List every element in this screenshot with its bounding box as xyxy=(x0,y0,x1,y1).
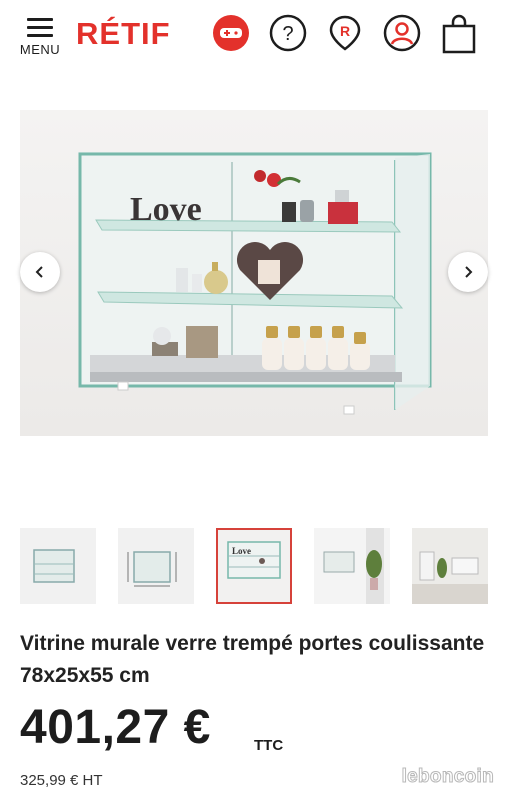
menu-button[interactable]: MENU xyxy=(18,18,62,57)
svg-text:Love: Love xyxy=(232,546,251,556)
product-title: Vitrine murale verre trempé portes couli… xyxy=(20,632,485,687)
svg-text:?: ? xyxy=(282,23,293,45)
retif-logo[interactable]: RÉTIF xyxy=(76,16,171,52)
help-icon[interactable]: ? xyxy=(269,14,307,52)
location-pin-icon[interactable]: R xyxy=(326,14,364,52)
cart-icon[interactable] xyxy=(440,14,478,54)
thumbnail-1[interactable] xyxy=(20,528,96,604)
thumbnail-5[interactable] xyxy=(412,528,488,604)
chevron-left-icon xyxy=(35,266,43,278)
leboncoin-watermark: leboncoin xyxy=(401,766,494,788)
svg-text:R: R xyxy=(340,23,350,39)
thumbnail-strip: Love xyxy=(0,528,508,604)
play-store-icon[interactable] xyxy=(212,14,250,52)
account-icon[interactable] xyxy=(383,14,421,52)
price-suffix-ttc: TTC xyxy=(254,737,284,754)
thumbnail-3-active[interactable]: Love xyxy=(216,528,292,604)
love-sign: Love xyxy=(130,191,202,228)
price-ht: 325,99 € HT xyxy=(20,772,103,789)
menu-label: MENU xyxy=(19,42,61,57)
hamburger-icon xyxy=(18,18,62,37)
chevron-right-icon xyxy=(465,266,473,278)
thumbnail-4[interactable] xyxy=(314,528,390,604)
header: MENU RÉTIF ? R xyxy=(0,0,508,70)
next-image-button[interactable] xyxy=(448,252,488,292)
thumbnail-2[interactable] xyxy=(118,528,194,604)
previous-image-button[interactable] xyxy=(20,252,60,292)
price-ttc: 401,27 € xyxy=(20,701,211,754)
main-product-image[interactable]: Love xyxy=(20,110,488,436)
